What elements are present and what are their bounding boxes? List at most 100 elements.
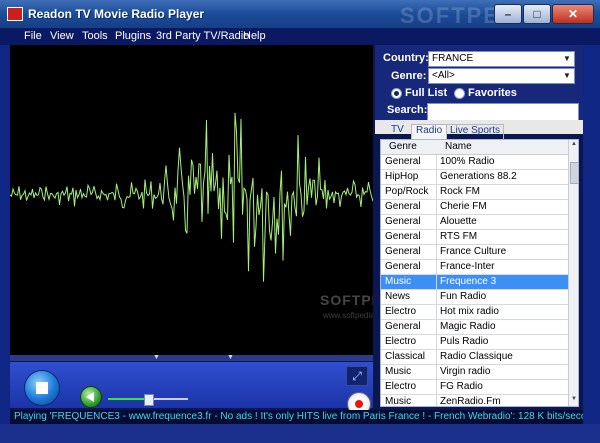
mute-button[interactable] bbox=[80, 386, 102, 408]
chevron-down-icon: ▼ bbox=[563, 71, 571, 80]
seek-bar[interactable]: ▼ ▼ bbox=[10, 354, 373, 361]
list-item[interactable]: General Cherie FM bbox=[381, 200, 568, 215]
column-name[interactable]: Name bbox=[445, 141, 472, 152]
list-item[interactable]: News Fun Radio bbox=[381, 290, 568, 305]
menu-3rd-party[interactable]: 3rd Party TV/Radio bbox=[156, 30, 249, 42]
station-list: Genre Name General 100% Radio HipHop Genera… bbox=[380, 139, 579, 407]
station-name: Frequence 3 bbox=[440, 276, 497, 287]
list-item[interactable]: HipHop Generations 88.2 bbox=[381, 170, 568, 185]
video-watermark: SOFTPEDIA bbox=[320, 292, 373, 308]
fullscreen-icon: ⤢ bbox=[352, 369, 362, 383]
app-icon bbox=[7, 7, 23, 21]
frame-left bbox=[0, 45, 10, 424]
scroll-up-icon[interactable]: ▲ bbox=[570, 141, 578, 149]
column-divider bbox=[436, 320, 437, 334]
column-divider bbox=[436, 290, 437, 304]
favorites-radio[interactable] bbox=[454, 88, 465, 99]
status-text: Playing 'FREQUENCE3 - www.frequence3.fr … bbox=[14, 411, 583, 422]
column-divider bbox=[436, 335, 437, 349]
favorites-label: Favorites bbox=[468, 87, 517, 99]
menu-bar: File View Tools Plugins 3rd Party TV/Rad… bbox=[0, 28, 600, 45]
station-name: RTS FM bbox=[440, 231, 478, 242]
station-genre: General bbox=[385, 321, 421, 332]
station-genre: General bbox=[385, 246, 421, 257]
genre-label: Genre: bbox=[391, 70, 427, 82]
column-genre[interactable]: Genre bbox=[389, 141, 417, 152]
video-area[interactable]: SOFTPEDIA www.softpedia.com bbox=[10, 45, 373, 357]
tab-tv[interactable]: TV bbox=[388, 124, 407, 138]
full-list-radio[interactable] bbox=[391, 88, 402, 99]
list-item[interactable]: Electro Hot mix radio bbox=[381, 305, 568, 320]
stop-button[interactable] bbox=[24, 370, 60, 406]
full-list-label: Full List bbox=[405, 87, 448, 99]
volume-fill bbox=[108, 398, 148, 400]
station-name: Magic Radio bbox=[440, 321, 496, 332]
column-divider bbox=[436, 230, 437, 244]
list-item[interactable]: Classical Radio Classique bbox=[381, 350, 568, 365]
column-divider bbox=[436, 185, 437, 199]
volume-knob[interactable] bbox=[144, 394, 154, 406]
column-divider bbox=[436, 305, 437, 319]
column-divider bbox=[436, 155, 437, 169]
country-select[interactable]: FRANCE ▼ bbox=[428, 51, 575, 67]
tab-live-sports[interactable]: Live Sports bbox=[446, 124, 505, 139]
list-scrollbar[interactable]: ▲ ▼ bbox=[568, 140, 578, 406]
list-item[interactable]: General 100% Radio bbox=[381, 155, 568, 170]
list-item[interactable]: Electro Puls Radio bbox=[381, 335, 568, 350]
station-name: Generations 88.2 bbox=[440, 171, 517, 182]
list-item[interactable]: Music ZenRadio.Fm bbox=[381, 395, 568, 407]
station-name: 100% Radio bbox=[440, 156, 495, 167]
station-genre: Music bbox=[385, 276, 412, 287]
menu-help[interactable]: Help bbox=[243, 30, 266, 42]
list-item[interactable]: General Alouette bbox=[381, 215, 568, 230]
column-divider bbox=[436, 365, 437, 379]
menu-file[interactable]: File bbox=[24, 30, 42, 42]
fullscreen-button[interactable]: ⤢ bbox=[346, 366, 368, 386]
list-item[interactable]: General France Culture bbox=[381, 245, 568, 260]
list-item[interactable]: Pop/Rock Rock FM bbox=[381, 185, 568, 200]
column-divider bbox=[436, 245, 437, 259]
watermark-text: SOFTPE bbox=[399, 3, 500, 28]
station-name: Alouette bbox=[440, 216, 477, 227]
country-value: FRANCE bbox=[432, 53, 474, 64]
station-genre: Pop/Rock bbox=[385, 186, 429, 197]
column-divider bbox=[436, 395, 437, 406]
menu-plugins[interactable]: Plugins bbox=[115, 30, 151, 42]
station-genre: Music bbox=[385, 396, 412, 407]
station-name: ZenRadio.Fm bbox=[440, 396, 501, 407]
list-item[interactable]: General France-Inter bbox=[381, 260, 568, 275]
genre-value: <All> bbox=[432, 70, 455, 81]
minimize-button[interactable]: – bbox=[494, 4, 522, 24]
station-genre: News bbox=[385, 291, 411, 302]
column-divider bbox=[436, 215, 437, 229]
station-name: Puls Radio bbox=[440, 336, 489, 347]
maximize-button[interactable]: □ bbox=[523, 4, 551, 24]
genre-select[interactable]: <All> ▼ bbox=[428, 68, 575, 84]
search-input[interactable] bbox=[427, 103, 579, 121]
menu-view[interactable]: View bbox=[50, 30, 74, 42]
station-name: Cherie FM bbox=[440, 201, 487, 212]
list-item[interactable]: General Magic Radio bbox=[381, 320, 568, 335]
stop-icon bbox=[36, 382, 48, 394]
station-name: FG Radio bbox=[440, 381, 483, 392]
scroll-thumb[interactable] bbox=[570, 162, 578, 184]
list-item[interactable]: General RTS FM bbox=[381, 230, 568, 245]
column-divider bbox=[436, 170, 437, 184]
station-genre: HipHop bbox=[385, 171, 419, 182]
close-button[interactable]: ✕ bbox=[552, 4, 594, 24]
station-name: Rock FM bbox=[440, 186, 480, 197]
frame-bottom bbox=[0, 424, 600, 443]
station-genre: Music bbox=[385, 366, 412, 377]
station-genre: Electro bbox=[385, 306, 417, 317]
station-genre: General bbox=[385, 216, 421, 227]
list-item[interactable]: Music Frequence 3 bbox=[381, 275, 568, 290]
list-header: Genre Name bbox=[381, 140, 568, 155]
scroll-down-icon[interactable]: ▼ bbox=[570, 396, 578, 404]
tab-radio[interactable]: Radio bbox=[411, 124, 448, 139]
menu-tools[interactable]: Tools bbox=[82, 30, 108, 42]
country-label: Country: bbox=[383, 52, 429, 64]
list-item[interactable]: Music Virgin radio bbox=[381, 365, 568, 380]
list-item[interactable]: Electro FG Radio bbox=[381, 380, 568, 395]
station-genre: Electro bbox=[385, 381, 417, 392]
title-bar: Readon TV Movie Radio Player SOFTPE – □ … bbox=[0, 0, 600, 28]
